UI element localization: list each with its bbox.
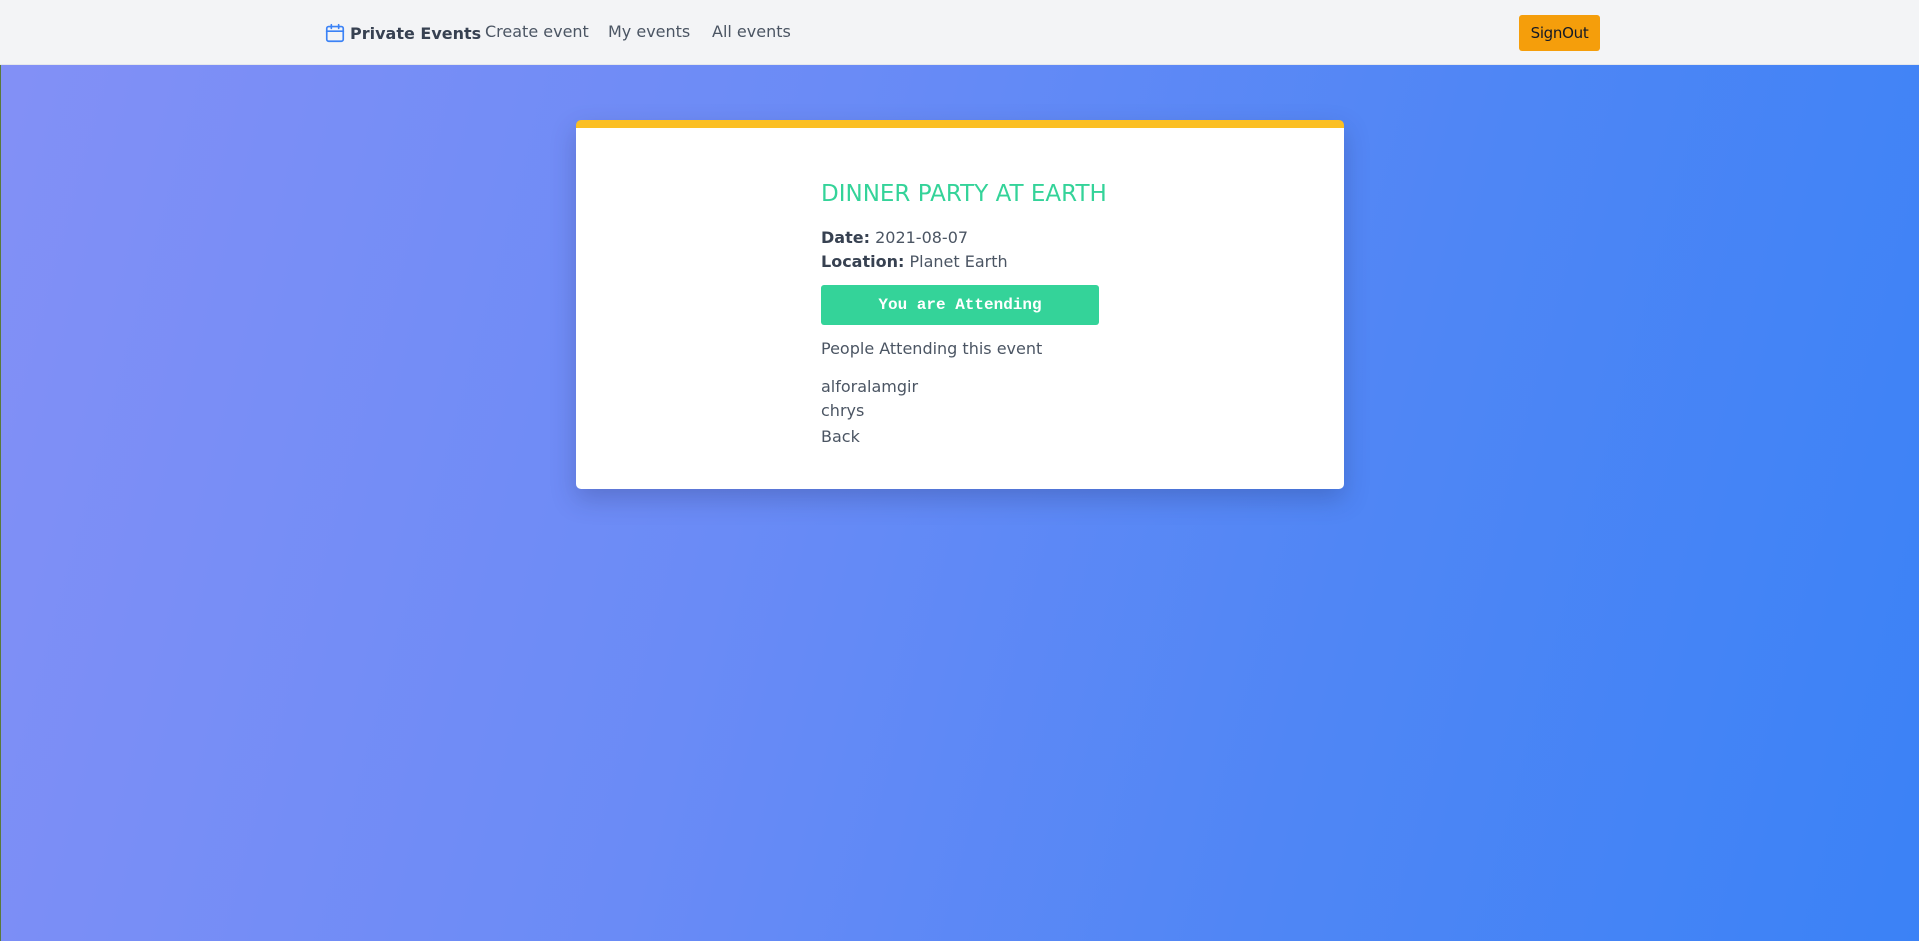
event-location-row: Location: Planet Earth (821, 252, 1008, 271)
page-edge (0, 0, 1, 941)
brand-name: Private Events (350, 23, 482, 43)
location-label: Location: (821, 252, 905, 271)
event-location: Planet Earth (909, 252, 1008, 271)
nav-create-event[interactable]: Create event (485, 22, 589, 41)
attending-button[interactable]: You are Attending (821, 285, 1099, 325)
event-title: DINNER PARTY AT EARTH (821, 181, 1107, 207)
back-link[interactable]: Back (821, 427, 860, 446)
attendees-heading: People Attending this event (821, 339, 1043, 358)
brand-link[interactable]: Private Events (324, 20, 481, 46)
event-date: 2021-08-07 (875, 228, 969, 247)
attendee-item: chrys (821, 401, 865, 420)
attendee-item: alforalamgir (821, 377, 919, 396)
attendee-list: alforalamgir chrys (821, 375, 918, 423)
nav-all-events[interactable]: All events (712, 22, 791, 41)
signout-button[interactable]: SignOut (1519, 15, 1600, 51)
nav-my-events[interactable]: My events (608, 22, 690, 41)
navbar: Private Events Create event My events Al… (0, 0, 1919, 65)
date-label: Date: (821, 228, 870, 247)
event-date-row: Date: 2021-08-07 (821, 228, 968, 247)
calendar-icon (324, 22, 346, 44)
event-card: DINNER PARTY AT EARTH Date: 2021-08-07 L… (576, 120, 1344, 489)
